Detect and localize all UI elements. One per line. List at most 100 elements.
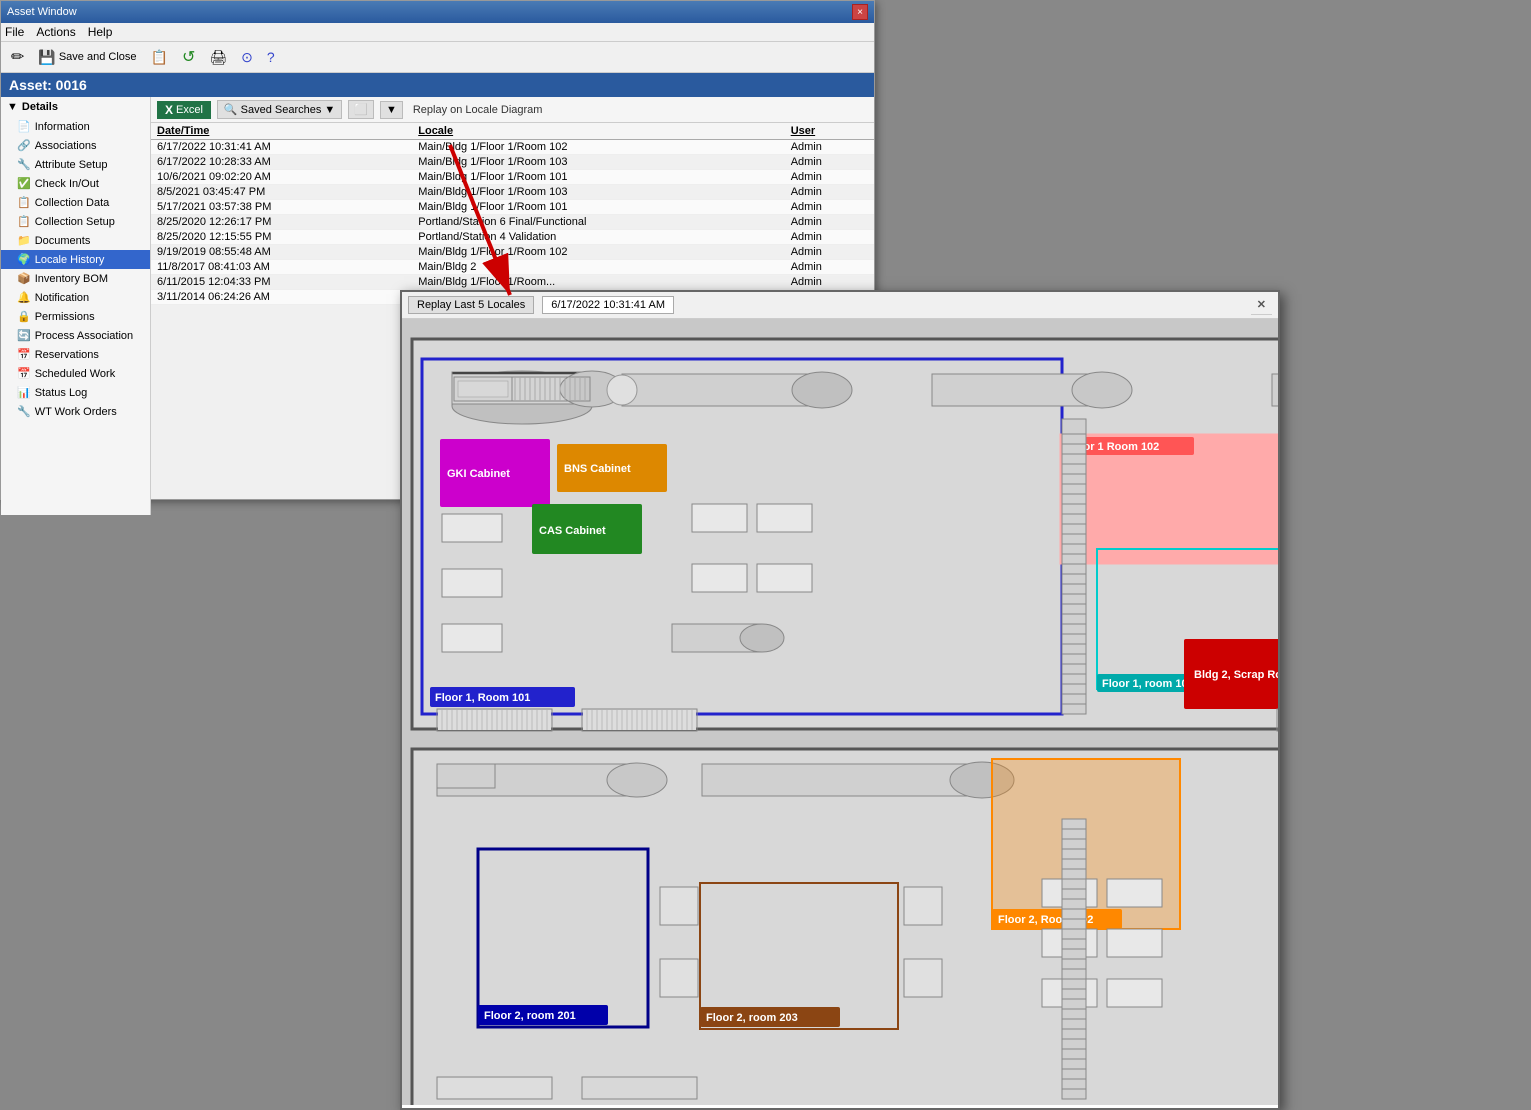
cell-locale: Main/Bldg 1/Floor 1/Room... bbox=[412, 275, 784, 290]
information-icon: 📄 bbox=[17, 120, 31, 133]
sidebar-item-check-in-out[interactable]: ✅ Check In/Out bbox=[1, 174, 150, 193]
cell-datetime: 6/11/2015 12:04:33 PM bbox=[151, 275, 412, 290]
collection-setup-icon: 📋 bbox=[17, 215, 31, 228]
cell-datetime: 11/8/2017 08:41:03 AM bbox=[151, 260, 412, 275]
share-button[interactable]: ⊙ bbox=[237, 47, 257, 68]
print-icon: 🖨 bbox=[209, 49, 227, 66]
menu-help[interactable]: Help bbox=[88, 25, 113, 39]
inventory-bom-icon: 📦 bbox=[17, 272, 31, 285]
collection-data-icon: 📋 bbox=[17, 196, 31, 209]
asset-header: Asset: 0016 bbox=[1, 73, 874, 97]
print-button[interactable]: 🖨 bbox=[205, 47, 231, 68]
copy-icon: 📋 bbox=[151, 49, 168, 66]
sidebar-item-permissions[interactable]: 🔒 Permissions bbox=[1, 307, 150, 326]
svg-text:Bldg 2, Scrap Room: Bldg 2, Scrap Room bbox=[1194, 669, 1278, 681]
associations-icon: 🔗 bbox=[17, 139, 31, 152]
cell-user: Admin bbox=[785, 260, 874, 275]
saved-searches-button[interactable]: 🔍 Saved Searches ▼ bbox=[217, 100, 342, 119]
sidebar-item-collection-data[interactable]: 📋 Collection Data bbox=[1, 193, 150, 212]
svg-text:Floor 2, room 201: Floor 2, room 201 bbox=[484, 1010, 576, 1022]
sidebar-item-notification[interactable]: 🔔 Notification bbox=[1, 288, 150, 307]
sidebar-item-process-association[interactable]: 🔄 Process Association bbox=[1, 326, 150, 345]
table-row[interactable]: 8/5/2021 03:45:47 PM Main/Bldg 1/Floor 1… bbox=[151, 185, 874, 200]
saved-searches-label: Saved Searches bbox=[241, 104, 322, 116]
cell-user: Admin bbox=[785, 140, 874, 155]
sidebar-item-attribute-setup[interactable]: 🔧 Attribute Setup bbox=[1, 155, 150, 174]
refresh-icon: ↺ bbox=[182, 47, 195, 67]
status-log-icon: 📊 bbox=[17, 386, 31, 399]
asset-title: Asset: 0016 bbox=[9, 77, 87, 93]
col-datetime: Date/Time bbox=[151, 123, 412, 140]
sidebar-item-locale-history[interactable]: 🌍 Locale History bbox=[1, 250, 150, 269]
table-row[interactable]: 8/25/2020 12:15:55 PM Portland/Station 4… bbox=[151, 230, 874, 245]
cell-datetime: 9/19/2019 08:55:48 AM bbox=[151, 245, 412, 260]
cell-locale: Main/Bldg 1/Floor 1/Room 103 bbox=[412, 185, 784, 200]
cell-user: Admin bbox=[785, 170, 874, 185]
locale-history-label: Locale History bbox=[35, 254, 105, 266]
reservations-icon: 📅 bbox=[17, 348, 31, 361]
sidebar-item-inventory-bom[interactable]: 📦 Inventory BOM bbox=[1, 269, 150, 288]
sidebar-item-status-log[interactable]: 📊 Status Log bbox=[1, 383, 150, 402]
cell-user: Admin bbox=[785, 275, 874, 290]
edit-button[interactable]: ✏ bbox=[7, 45, 28, 69]
table-row[interactable]: 9/19/2019 08:55:48 AM Main/Bldg 1/Floor … bbox=[151, 245, 874, 260]
dropdown-arrow-icon: ▼ bbox=[324, 104, 335, 116]
save-close-label: Save and Close bbox=[59, 51, 137, 63]
excel-label: Excel bbox=[176, 104, 203, 116]
replay-last5-button[interactable]: Replay Last 5 Locales bbox=[408, 296, 534, 314]
process-association-label: Process Association bbox=[35, 330, 133, 342]
scheduled-work-icon: 📅 bbox=[17, 367, 31, 380]
cell-datetime: 8/25/2020 12:15:55 PM bbox=[151, 230, 412, 245]
table-row[interactable]: 10/6/2021 09:02:20 AM Main/Bldg 1/Floor … bbox=[151, 170, 874, 185]
menu-file[interactable]: File bbox=[5, 25, 24, 39]
sidebar-item-associations[interactable]: 🔗 Associations bbox=[1, 136, 150, 155]
sidebar-item-scheduled-work[interactable]: 📅 Scheduled Work bbox=[1, 364, 150, 383]
triangle-icon: ▼ bbox=[7, 101, 18, 113]
cell-user: Admin bbox=[785, 245, 874, 260]
dropdown-button[interactable]: ▼ bbox=[380, 101, 403, 119]
sidebar: ▼ Details 📄 Information 🔗 Associations 🔧… bbox=[1, 97, 151, 515]
table-row[interactable]: 6/11/2015 12:04:33 PM Main/Bldg 1/Floor … bbox=[151, 275, 874, 290]
sidebar-item-wt-work-orders[interactable]: 🔧 WT Work Orders bbox=[1, 402, 150, 421]
saved-searches-icon: 🔍 bbox=[224, 103, 238, 116]
svg-text:Floor 1, Room 101: Floor 1, Room 101 bbox=[435, 692, 530, 704]
menu-bar: File Actions Help bbox=[1, 23, 874, 42]
copy-button[interactable]: 📋 bbox=[147, 47, 172, 68]
table-row[interactable]: 6/17/2022 10:31:41 AM Main/Bldg 1/Floor … bbox=[151, 140, 874, 155]
check-in-out-icon: ✅ bbox=[17, 177, 31, 190]
sidebar-item-documents[interactable]: 📁 Documents bbox=[1, 231, 150, 250]
sidebar-item-information[interactable]: 📄 Information bbox=[1, 117, 150, 136]
menu-actions[interactable]: Actions bbox=[36, 25, 75, 39]
table-row[interactable]: 6/17/2022 10:28:33 AM Main/Bldg 1/Floor … bbox=[151, 155, 874, 170]
diagram-close-button[interactable]: ✕ bbox=[1251, 295, 1272, 315]
close-button[interactable]: × bbox=[852, 4, 868, 20]
help-button[interactable]: ? bbox=[263, 47, 279, 67]
sidebar-item-collection-setup[interactable]: 📋 Collection Setup bbox=[1, 212, 150, 231]
toolbar: ✏ 💾 Save and Close 📋 ↺ 🖨 ⊙ ? bbox=[1, 42, 874, 73]
title-text: Asset Window bbox=[7, 6, 77, 18]
table-row[interactable]: 11/8/2017 08:41:03 AM Main/Bldg 2 Admin bbox=[151, 260, 874, 275]
refresh-button[interactable]: ↺ bbox=[178, 45, 199, 69]
documents-label: Documents bbox=[35, 235, 91, 247]
svg-text:Floor 1, room 103: Floor 1, room 103 bbox=[1102, 678, 1194, 690]
scheduled-work-label: Scheduled Work bbox=[35, 368, 116, 380]
pencil-icon: ✏ bbox=[11, 47, 24, 67]
table-row[interactable]: 5/17/2021 03:57:38 PM Main/Bldg 1/Floor … bbox=[151, 200, 874, 215]
table-row[interactable]: 8/25/2020 12:26:17 PM Portland/Station 6… bbox=[151, 215, 874, 230]
reservations-label: Reservations bbox=[35, 349, 99, 361]
diagram-header: Replay Last 5 Locales 6/17/2022 10:31:41… bbox=[402, 292, 1278, 319]
cell-datetime: 6/17/2022 10:28:33 AM bbox=[151, 155, 412, 170]
save-close-button[interactable]: 💾 Save and Close bbox=[34, 47, 140, 68]
wt-work-orders-icon: 🔧 bbox=[17, 405, 31, 418]
cell-datetime: 6/17/2022 10:31:41 AM bbox=[151, 140, 412, 155]
cell-locale: Main/Bldg 1/Floor 1/Room 102 bbox=[412, 140, 784, 155]
floor-plan-svg: Floor 1 Room 102 bbox=[402, 319, 1278, 1105]
svg-text:CAS Cabinet: CAS Cabinet bbox=[539, 525, 606, 537]
sidebar-item-reservations[interactable]: 📅 Reservations bbox=[1, 345, 150, 364]
diagram-date-field[interactable]: 6/17/2022 10:31:41 AM bbox=[542, 296, 674, 314]
process-association-icon: 🔄 bbox=[17, 329, 31, 342]
excel-button[interactable]: X Excel bbox=[157, 101, 211, 119]
export-button[interactable]: ⬜ bbox=[348, 100, 374, 119]
share-icon: ⊙ bbox=[241, 49, 253, 66]
cell-datetime: 5/17/2021 03:57:38 PM bbox=[151, 200, 412, 215]
